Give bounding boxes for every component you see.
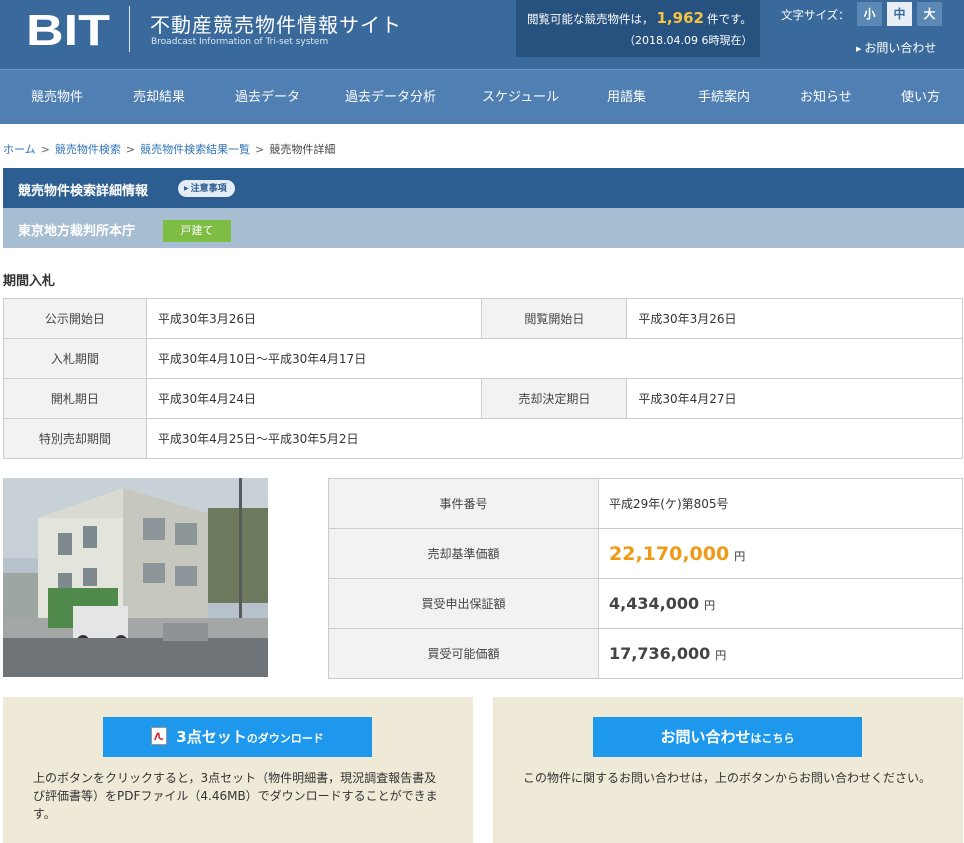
available-count-panel: 閲覧可能な競売物件は， 1,962 件です。 （2018.04.09 6時現在）	[516, 0, 760, 57]
available-count-text: 閲覧可能な競売物件は， 1,962 件です。	[527, 9, 752, 27]
property-type-badge: 戸建て	[163, 220, 231, 242]
yen-unit: 円	[715, 649, 727, 662]
contact-description: この物件に関するお問い合わせは，上のボタンからお問い合わせください。	[523, 771, 932, 785]
site-subtitle: Broadcast Information of Tri-set system	[151, 37, 329, 47]
page-title: 競売物件検索詳細情報	[18, 184, 149, 199]
deposit-cell: 4,434,000 円	[598, 578, 963, 629]
table-row: 開札期日 平成30年4月24日 売却決定期日 平成30年4月27日	[3, 378, 963, 419]
nav-item-sale-results[interactable]: 売却結果	[133, 70, 185, 125]
arrow-right-icon: ▶	[856, 45, 862, 53]
deposit-label: 買受申出保証額	[328, 578, 599, 629]
bid-period-label: 入札期間	[3, 338, 147, 379]
contact-button[interactable]: お問い合わせはこちら	[593, 717, 862, 757]
pdf-icon	[151, 727, 168, 745]
decision-date-value: 平成30年4月27日	[626, 378, 963, 419]
opening-date-label: 開札期日	[3, 378, 147, 419]
court-bar: 東京地方裁判所本庁 戸建て	[3, 208, 964, 248]
nav-item-past-data-analysis[interactable]: 過去データ分析	[345, 70, 436, 125]
table-row: 売却基準価額 22,170,000 円	[328, 528, 963, 579]
arrow-right-icon: ▶	[184, 185, 189, 192]
as-of-timestamp: （2018.04.09 6時現在）	[624, 34, 753, 47]
site-title: 不動産競売物件情報サイト	[150, 13, 402, 37]
schedule-table: 公示開始日 平成30年3月26日 閲覧開始日 平成30年3月26日 入札期間 平…	[3, 298, 964, 459]
bit-logo[interactable]: BIT	[26, 10, 110, 50]
download-description: 上のボタンをクリックすると，3点セット（物件明細書，現況調査報告書及び評価書等）…	[33, 771, 438, 821]
table-row: 買受申出保証額 4,434,000 円	[328, 578, 963, 629]
breadcrumb: ホーム > 競売物件検索 > 競売物件検索結果一覧 > 競売物件詳細	[3, 141, 335, 157]
public-start-label: 公示開始日	[3, 298, 147, 339]
nav-item-schedule[interactable]: スケジュール	[482, 70, 559, 125]
font-size-small-button[interactable]: 小	[857, 2, 882, 26]
bidding-type-title: 期間入札	[3, 274, 56, 289]
base-price-value: 22,170,000	[609, 542, 730, 565]
special-sale-value: 平成30年4月25日～平成30年5月2日	[145, 418, 964, 459]
svg-text:BIT: BIT	[26, 10, 110, 50]
nav-item-procedures[interactable]: 手続案内	[698, 70, 750, 125]
view-start-label: 閲覧開始日	[481, 298, 628, 339]
deposit-value: 4,434,000	[609, 594, 700, 613]
font-size-medium-button[interactable]: 中	[887, 2, 912, 26]
download-box: 3点セットのダウンロード 上のボタンをクリックすると，3点セット（物件明細書，現…	[3, 697, 473, 843]
house-photo-illustration	[3, 478, 268, 677]
site-header: BIT 不動産競売物件情報サイト Broadcast Information o…	[0, 0, 964, 69]
detail-section-header: 競売物件検索詳細情報 ▶ 注意事項	[3, 168, 964, 208]
special-sale-label: 特別売却期間	[3, 418, 147, 459]
header-contact-link[interactable]: ▶ お問い合わせ	[856, 39, 936, 56]
yen-unit: 円	[734, 549, 746, 563]
min-price-label: 買受可能価額	[328, 628, 599, 679]
available-count: 1,962	[656, 9, 704, 27]
nav-item-past-data[interactable]: 過去データ	[235, 70, 300, 125]
bid-period-value: 平成30年4月10日～平成30年4月17日	[145, 338, 964, 379]
breadcrumb-separator: >	[40, 143, 50, 156]
case-number-value: 平成29年(ケ)第805号	[598, 478, 963, 529]
yen-unit: 円	[704, 599, 716, 612]
breadcrumb-separator: >	[255, 143, 265, 156]
global-nav: 競売物件 売却結果 過去データ 過去データ分析 スケジュール 用語集 手続案内 …	[0, 69, 964, 124]
decision-date-label: 売却決定期日	[481, 378, 628, 419]
table-row: 公示開始日 平成30年3月26日 閲覧開始日 平成30年3月26日	[3, 298, 963, 339]
font-size-label: 文字サイズ：	[781, 8, 850, 22]
notice-badge[interactable]: ▶ 注意事項	[178, 180, 235, 197]
nav-item-glossary[interactable]: 用語集	[607, 70, 646, 125]
nav-item-how-to-use[interactable]: 使い方	[901, 70, 940, 125]
contact-box: お問い合わせはこちら この物件に関するお問い合わせは，上のボタンからお問い合わせ…	[493, 697, 963, 843]
price-table: 事件番号 平成29年(ケ)第805号 売却基準価額 22,170,000 円 買受…	[328, 478, 963, 679]
view-start-value: 平成30年3月26日	[626, 298, 963, 339]
min-price-cell: 17,736,000 円	[598, 628, 963, 679]
nav-item-auction-properties[interactable]: 競売物件	[31, 70, 83, 125]
breadcrumb-search-results[interactable]: 競売物件検索結果一覧	[140, 143, 250, 156]
base-price-cell: 22,170,000 円	[598, 528, 963, 579]
nav-item-news[interactable]: お知らせ	[800, 70, 852, 125]
property-photo[interactable]	[3, 478, 268, 677]
breadcrumb-current: 競売物件詳細	[269, 143, 336, 156]
min-price-value: 17,736,000	[609, 644, 711, 663]
table-row: 入札期間 平成30年4月10日～平成30年4月17日	[3, 338, 964, 379]
breadcrumb-separator: >	[125, 143, 136, 156]
logo-divider	[129, 6, 130, 52]
table-row: 事件番号 平成29年(ケ)第805号	[328, 478, 963, 529]
public-start-value: 平成30年3月26日	[145, 298, 483, 339]
table-row: 買受可能価額 17,736,000 円	[328, 628, 963, 679]
case-number-label: 事件番号	[328, 478, 599, 529]
breadcrumb-home[interactable]: ホーム	[3, 143, 36, 156]
opening-date-value: 平成30年4月24日	[145, 378, 483, 419]
font-size-large-button[interactable]: 大	[917, 2, 942, 26]
download-three-set-button[interactable]: 3点セットのダウンロード	[103, 717, 372, 757]
breadcrumb-search[interactable]: 競売物件検索	[55, 143, 121, 156]
court-name: 東京地方裁判所本庁	[18, 224, 136, 239]
base-price-label: 売却基準価額	[328, 528, 599, 579]
table-row: 特別売却期間 平成30年4月25日～平成30年5月2日	[3, 418, 964, 459]
